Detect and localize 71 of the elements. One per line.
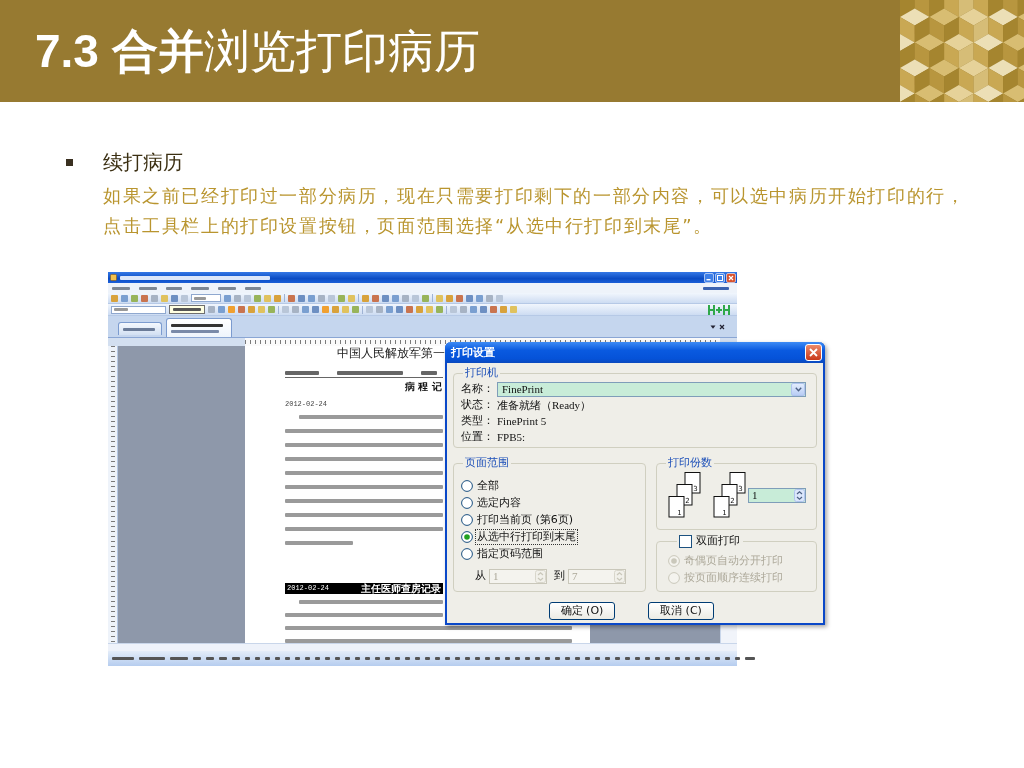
radio-button[interactable] — [461, 513, 473, 526]
maximize-icon[interactable] — [715, 272, 725, 283]
blurred-text — [123, 327, 155, 331]
blurred-text — [421, 371, 437, 375]
blurred-text — [171, 329, 219, 333]
bullet-text: 如果之前已经打印过一部分病历，现在只需要打印剩下的一部分内容，可以选中病历开始打印的行，点击工具栏上的打印设置按钮，页面范围选择“从选中行打印到末尾”。 — [103, 184, 967, 238]
checkbox-label[interactable]: 双面打印 — [695, 534, 741, 548]
radio-button[interactable] — [461, 547, 473, 560]
number-field[interactable]: 1 — [748, 487, 806, 503]
field-label: 位置： — [461, 430, 495, 444]
blurred-text — [112, 657, 134, 660]
blurred-text — [194, 296, 206, 300]
minimize-icon[interactable] — [704, 272, 714, 283]
field-label: 名称： — [461, 382, 495, 396]
slide-title: 7.3 合并浏览打印病历 — [35, 28, 480, 74]
field-value: FinePrint 5 — [497, 414, 547, 428]
section-title: 病 程 记 — [405, 381, 442, 392]
blurred-text — [173, 308, 201, 311]
tab[interactable] — [166, 318, 232, 337]
blurred-text — [139, 286, 157, 290]
close-button[interactable] — [805, 344, 822, 361]
group-label: 打印份数 — [667, 456, 713, 470]
option-label[interactable]: 从选中行打印到末尾 — [476, 529, 577, 544]
app-icon — [110, 274, 117, 281]
spinner-arrows-icon[interactable] — [794, 488, 805, 502]
blurred-text — [245, 286, 261, 290]
dialog-button[interactable]: 确定 (O) — [549, 602, 615, 620]
option-label[interactable]: 全部 — [476, 478, 500, 493]
blurred-text — [191, 286, 209, 290]
close-icon — [809, 348, 818, 357]
dropdown-button[interactable] — [791, 382, 805, 396]
checkbox[interactable] — [679, 534, 692, 548]
field-label: 类型： — [461, 414, 495, 428]
blurred-text — [112, 286, 130, 290]
field-label: 状态： — [461, 398, 495, 412]
option-label[interactable]: 指定页码范围 — [476, 546, 544, 561]
option-label[interactable]: 打印当前页 (第6页) — [476, 512, 575, 527]
option-label[interactable]: 选定内容 — [476, 495, 522, 510]
bullet-icon — [66, 158, 73, 166]
blurred-text — [170, 657, 188, 660]
printer-dropdown[interactable]: FinePrint — [497, 381, 806, 397]
bullet-heading: 续打病历 — [103, 150, 183, 174]
group-label: 页面范围 — [464, 456, 510, 470]
radio-button[interactable] — [461, 479, 473, 492]
blurred-text — [139, 657, 165, 660]
blurred-text — [703, 286, 729, 290]
font-field[interactable] — [111, 305, 166, 314]
field-value: 准备就绪（Ready） — [497, 398, 592, 412]
blurred-text — [114, 308, 128, 311]
radio-button[interactable] — [461, 530, 473, 543]
blurred-text — [337, 371, 403, 375]
scrollbar[interactable] — [108, 643, 737, 651]
zoom-field[interactable] — [191, 294, 221, 302]
radio-button[interactable] — [461, 496, 473, 509]
chevron-down-icon — [794, 386, 802, 392]
blurred-text — [285, 371, 319, 375]
document-title: 中国人民解放军第一 — [337, 347, 445, 359]
blurred-text — [285, 541, 353, 545]
dialog-title: 打印设置 — [451, 345, 495, 360]
caret-icon[interactable] — [710, 323, 716, 330]
close-icon[interactable] — [719, 323, 725, 330]
blurred-text — [218, 286, 236, 290]
field-value: FPB5: — [497, 430, 526, 444]
field-label: 从 — [475, 569, 486, 583]
logo-icon — [708, 304, 730, 315]
field-label: 到 — [554, 569, 565, 583]
group-label: 打印机 — [464, 366, 499, 380]
section-heading: 主任医师查房记录 — [361, 583, 441, 594]
blurred-text — [166, 286, 182, 290]
dialog-button[interactable]: 取消 (C) — [648, 602, 714, 620]
blurred-text — [171, 323, 223, 327]
